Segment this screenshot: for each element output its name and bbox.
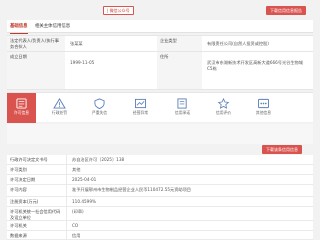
warning-icon xyxy=(53,98,66,109)
detail-row: 许可决定日期 2025-04-01 xyxy=(7,175,313,185)
enterprise-type-value: 有限责任公司(自然人投资或控股) xyxy=(207,41,269,46)
detail-row: 许可类别 其他 xyxy=(7,165,313,175)
detail-value: 准予开展鄂州市生物制品经营企业人民币110472.55元资助项目 xyxy=(72,187,191,192)
established-value: 1999-11-05 xyxy=(70,60,95,65)
detail-value: 信用 xyxy=(72,233,81,238)
detail-row: 许可机关统一社会信用代码及设立单位 (印章) xyxy=(7,207,313,221)
detail-value: 苏自治区许可〔2025〕138 xyxy=(72,157,125,162)
enterprise-type-label: 企业类型 xyxy=(157,36,202,51)
category-commitment-label: 信用承诺 xyxy=(174,110,191,115)
legal-rep-label: 法定代表人/负责人/执行事务合伙人 xyxy=(7,36,65,51)
info-row-1: 法定代表人/负责人/执行事务合伙人 张某某 企业类型 有限责任公司(自然人投资或… xyxy=(7,36,313,52)
detail-label: 数据来源 xyxy=(7,231,67,239)
category-evaluation[interactable]: 信用评价 xyxy=(209,93,238,123)
detail-label: 许可机关统一社会信用代码及设立单位 xyxy=(7,207,67,220)
legal-rep-value: 张某某 xyxy=(70,41,83,46)
category-abnormal[interactable]: 经营异常 xyxy=(126,93,155,123)
wechat-button[interactable]: | 微信公众号 xyxy=(103,6,134,15)
established-label: 成立日期 xyxy=(7,52,65,89)
pen-icon xyxy=(177,98,187,109)
category-evaluation-label: 信用评价 xyxy=(215,110,232,115)
chart-icon xyxy=(135,98,146,109)
category-icon-bar: 许可信息 行政处罚 严重失信 经营异常 信用承诺 信用评价 其他信息 xyxy=(7,92,313,123)
category-license-label: 许可信息 xyxy=(13,110,30,115)
category-abnormal-label: 经营异常 xyxy=(132,110,149,115)
address-value: 武汉市东湖新技术开发区高新大道666号光谷生物城C5栋 xyxy=(207,60,303,71)
detail-label: 行政许可决定文书号 xyxy=(7,155,67,164)
download-report-button[interactable]: 下载信用信息报告 xyxy=(266,6,306,15)
dots-icon xyxy=(258,98,269,109)
detail-label: 许可类别 xyxy=(7,165,67,174)
category-other-label: 其他信息 xyxy=(255,110,272,115)
shield-icon xyxy=(94,98,105,109)
category-serious-dishonesty[interactable]: 严重失信 xyxy=(85,93,114,123)
tab-basic-info[interactable]: 基础信息 xyxy=(10,23,28,34)
document-icon xyxy=(16,98,27,109)
detail-value: 110.4599% xyxy=(72,199,96,204)
detail-value: 其他 xyxy=(72,167,81,172)
category-commitment[interactable]: 信用承诺 xyxy=(168,93,197,123)
license-sub-header xyxy=(7,124,313,144)
detail-row: 许可机关 CO xyxy=(7,221,313,231)
basic-info-table: 法定代表人/负责人/执行事务合伙人 张某某 企业类型 有限责任公司(自然人投资或… xyxy=(7,35,313,90)
info-row-2: 成立日期 1999-11-05 住所 武汉市东湖新技术开发区高新大道666号光谷… xyxy=(7,52,313,90)
detail-label: 许可内容 xyxy=(7,185,67,196)
detail-row: 数据来源 信用 xyxy=(7,231,313,240)
category-penalty[interactable]: 行政处罚 xyxy=(45,93,74,123)
detail-value: CO xyxy=(72,223,79,228)
star-icon xyxy=(217,98,230,109)
category-license[interactable]: 许可信息 xyxy=(7,93,36,123)
tab-related-credit[interactable]: 相关主体信用信息 xyxy=(35,23,70,33)
detail-row: 注册资本(万元) 110.4599% xyxy=(7,197,313,207)
category-other[interactable]: 其他信息 xyxy=(249,93,278,123)
detail-label: 许可机关 xyxy=(7,221,67,230)
detail-row: 行政许可决定文书号 苏自治区许可〔2025〕138 xyxy=(7,155,313,165)
license-detail-table: 行政许可决定文书号 苏自治区许可〔2025〕138 许可类别 其他 许可决定日期… xyxy=(7,155,313,240)
detail-value: (印章) xyxy=(72,209,84,214)
download-record-button[interactable]: 下载该条信用信息 xyxy=(262,145,302,154)
detail-row: 许可内容 准予开展鄂州市生物制品经营企业人民币110472.55元资助项目 xyxy=(7,185,313,197)
tab-bar: 基础信息 相关主体信用信息 xyxy=(7,20,313,34)
detail-label: 许可决定日期 xyxy=(7,175,67,184)
category-penalty-label: 行政处罚 xyxy=(51,110,68,115)
address-label: 住所 xyxy=(157,52,202,89)
detail-value: 2025-04-01 xyxy=(72,177,97,182)
category-serious-dishonesty-label: 严重失信 xyxy=(91,110,108,115)
detail-label: 注册资本(万元) xyxy=(7,197,67,206)
